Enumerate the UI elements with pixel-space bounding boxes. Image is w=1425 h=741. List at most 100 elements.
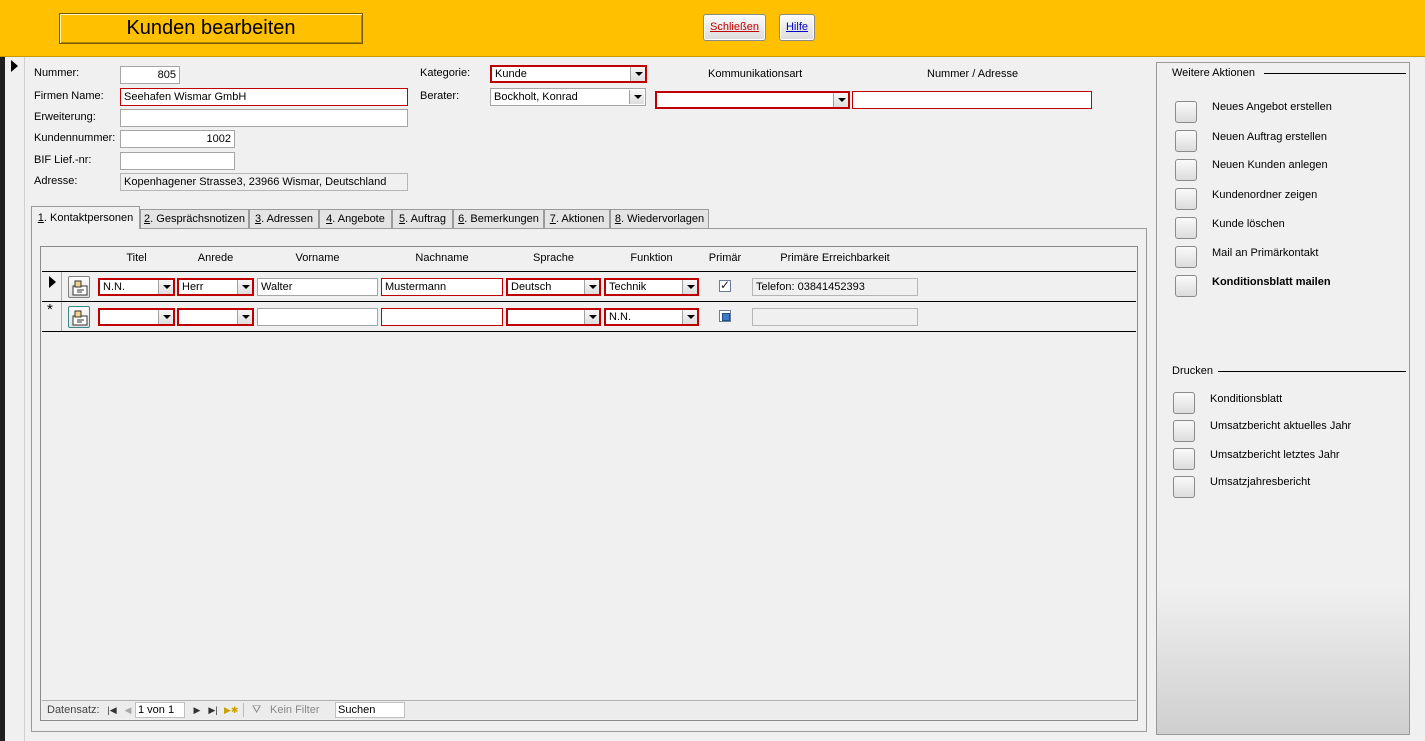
- new-order-label: Neuen Auftrag erstellen: [1212, 131, 1327, 143]
- vorname-field[interactable]: [257, 308, 378, 326]
- primaer-checkbox[interactable]: [719, 310, 731, 322]
- tab-auftrag[interactable]: 5. Auftrag: [392, 209, 453, 228]
- new-offer-button[interactable]: [1175, 101, 1197, 123]
- nummer-label: Nummer:: [34, 67, 80, 79]
- kategorie-label: Kategorie:: [420, 67, 471, 79]
- kategorie-value: Kunde: [495, 68, 527, 80]
- column-header-vorname: Vorname: [295, 252, 340, 264]
- help-button-label: Hilfe: [785, 21, 808, 33]
- mail-primary-contact-button[interactable]: [1175, 246, 1197, 268]
- chevron-down-icon[interactable]: [682, 280, 697, 294]
- print-sales-last-year-label: Umsatzbericht letztes Jahr: [1210, 449, 1340, 461]
- nummer-field[interactable]: 805: [120, 66, 180, 84]
- last-record-icon[interactable]: ▶|: [207, 704, 219, 716]
- contact-card-icon: [72, 280, 88, 296]
- chevron-down-icon[interactable]: [237, 310, 252, 324]
- new-customer-button[interactable]: [1175, 159, 1197, 181]
- bif-field[interactable]: [120, 152, 235, 170]
- primaer-checkbox[interactable]: [719, 278, 731, 292]
- row-divider: [42, 301, 1136, 302]
- tab-gespraechsnotizen[interactable]: 2. Gesprächsnotizen: [140, 209, 249, 228]
- previous-record-icon[interactable]: ◀: [122, 704, 134, 716]
- tab-label: . Gesprächsnotizen: [150, 213, 245, 225]
- anrede-combo[interactable]: Herr: [177, 278, 254, 296]
- first-record-icon[interactable]: |◀: [106, 704, 118, 716]
- row-divider: [42, 331, 1136, 332]
- berater-combo[interactable]: Bockholt, Konrad: [490, 88, 646, 106]
- sprache-combo[interactable]: [506, 308, 601, 326]
- bif-label: BIF Lief.-nr:: [34, 154, 92, 166]
- titel-combo[interactable]: N.N.: [98, 278, 175, 296]
- record-position-field[interactable]: 1 von 1: [135, 702, 185, 718]
- chevron-down-icon[interactable]: [584, 310, 599, 324]
- open-contact-button[interactable]: [68, 306, 90, 328]
- print-annual-sales-button[interactable]: [1173, 476, 1195, 498]
- new-offer-label: Neues Angebot erstellen: [1212, 101, 1332, 113]
- tab-bemerkungen[interactable]: 6. Bemerkungen: [453, 209, 544, 228]
- tab-adressen[interactable]: 3. Adressen: [249, 209, 319, 228]
- kundennummer-field[interactable]: 1002: [120, 130, 235, 148]
- erweiterung-field[interactable]: [120, 109, 408, 127]
- filter-icon[interactable]: ⛛: [252, 704, 261, 717]
- tab-label: . Wiedervorlagen: [620, 213, 705, 225]
- kommunikationsart-combo[interactable]: [655, 91, 850, 109]
- open-contact-button[interactable]: [68, 276, 90, 298]
- contact-card-icon: [72, 310, 88, 326]
- tab-label: . Angebote: [332, 213, 385, 225]
- mail-conditions-sheet-button[interactable]: [1175, 275, 1197, 297]
- nachname-field[interactable]: Mustermann: [381, 278, 503, 296]
- erreichbarkeit-field: Telefon: 03841452393: [752, 278, 918, 296]
- tab-wiedervorlagen[interactable]: 8. Wiedervorlagen: [610, 209, 709, 228]
- nummer-adresse-field[interactable]: [852, 91, 1092, 109]
- kommunikationsart-label: Kommunikationsart: [708, 68, 803, 80]
- vorname-field[interactable]: Walter: [257, 278, 378, 296]
- anrede-combo[interactable]: [177, 308, 254, 326]
- chevron-down-icon[interactable]: [833, 93, 848, 107]
- close-button[interactable]: Schließen: [703, 14, 766, 41]
- help-button[interactable]: Hilfe: [779, 14, 815, 41]
- firmenname-field[interactable]: Seehafen Wismar GmbH: [120, 88, 408, 106]
- kategorie-combo[interactable]: Kunde: [490, 65, 647, 83]
- column-header-primaer: Primär: [708, 252, 742, 264]
- mail-conditions-sheet-label: Konditionsblatt mailen: [1212, 276, 1331, 288]
- erweiterung-label: Erweiterung:: [34, 111, 96, 123]
- new-record-icon[interactable]: ▶✱: [224, 704, 238, 716]
- chevron-down-icon[interactable]: [629, 90, 644, 104]
- tab-angebote[interactable]: 4. Angebote: [319, 209, 392, 228]
- next-record-icon[interactable]: ▶: [191, 704, 203, 716]
- tab-aktionen[interactable]: 7. Aktionen: [544, 209, 610, 228]
- erreichbarkeit-field: [752, 308, 918, 326]
- funktion-combo[interactable]: Technik: [604, 278, 699, 296]
- search-input[interactable]: Suchen: [335, 702, 405, 718]
- print-sales-last-year-button[interactable]: [1173, 448, 1195, 470]
- nachname-field[interactable]: [381, 308, 503, 326]
- column-header-erreichbarkeit: Primäre Erreichbarkeit: [780, 252, 890, 264]
- current-row-arrow-icon: [49, 276, 56, 288]
- delete-customer-label: Kunde löschen: [1212, 218, 1285, 230]
- funktion-value: Technik: [609, 281, 647, 293]
- column-header-nachname: Nachname: [415, 252, 469, 264]
- tab-kontaktpersonen[interactable]: 1. Kontaktpersonen: [31, 206, 140, 229]
- sprache-combo[interactable]: Deutsch: [506, 278, 601, 296]
- firmenname-label: Firmen Name:: [34, 90, 104, 102]
- chevron-down-icon[interactable]: [158, 310, 173, 324]
- customer-folder-button[interactable]: [1175, 188, 1197, 210]
- chevron-down-icon[interactable]: [682, 310, 697, 324]
- funktion-combo[interactable]: N.N.: [604, 308, 699, 326]
- titel-combo[interactable]: [98, 308, 175, 326]
- print-sales-current-year-button[interactable]: [1173, 420, 1195, 442]
- delete-customer-button[interactable]: [1175, 217, 1197, 239]
- tab-label: . Adressen: [261, 213, 314, 225]
- new-record-marker: *: [47, 301, 53, 318]
- adresse-label: Adresse:: [34, 175, 78, 187]
- print-conditions-sheet-button[interactable]: [1173, 392, 1195, 414]
- new-order-button[interactable]: [1175, 130, 1197, 152]
- chevron-down-icon[interactable]: [630, 67, 645, 81]
- record-navigation-bar: Datensatz: |◀ ◀ 1 von 1 ▶ ▶| ▶✱ ⛛ Kein F…: [42, 700, 1136, 719]
- record-selector[interactable]: [5, 57, 25, 741]
- adresse-field: Kopenhagener Strasse3, 23966 Wismar, Deu…: [120, 173, 408, 191]
- chevron-down-icon[interactable]: [584, 280, 599, 294]
- chevron-down-icon[interactable]: [237, 280, 252, 294]
- chevron-down-icon[interactable]: [158, 280, 173, 294]
- filter-status[interactable]: Kein Filter: [270, 704, 320, 716]
